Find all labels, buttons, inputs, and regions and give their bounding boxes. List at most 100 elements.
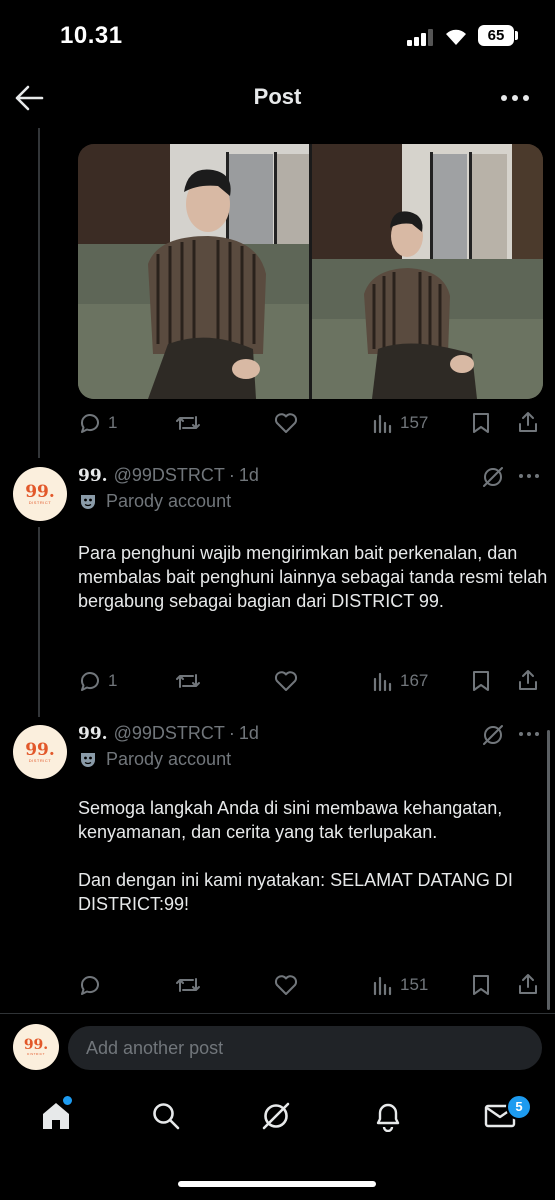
views-icon xyxy=(373,672,392,692)
share-button[interactable] xyxy=(516,407,540,437)
avatar[interactable]: 99. DISTRICT xyxy=(13,467,67,521)
parody-label-text: Parody account xyxy=(106,491,232,511)
repost-icon xyxy=(176,674,200,688)
bookmark-button[interactable] xyxy=(470,666,492,696)
bookmark-icon xyxy=(473,671,489,691)
home-notification-dot xyxy=(62,1095,73,1106)
post-more-button[interactable] xyxy=(518,731,540,737)
like-button[interactable] xyxy=(273,970,299,1000)
reply-icon xyxy=(80,672,99,691)
like-icon xyxy=(274,413,298,433)
notifications-icon xyxy=(376,1103,400,1132)
author-name[interactable]: 99. xyxy=(78,724,108,744)
signal-icon xyxy=(407,29,435,46)
share-button[interactable] xyxy=(516,969,540,999)
divider xyxy=(0,1013,555,1014)
battery-icon: 65 xyxy=(478,25,514,46)
parody-label: Parody account xyxy=(78,491,231,512)
more-icon xyxy=(519,732,539,736)
reply-input[interactable]: Add another post xyxy=(68,1026,542,1070)
more-options-button[interactable] xyxy=(500,94,530,102)
parody-mask-icon xyxy=(81,494,95,509)
views-count: 157 xyxy=(400,413,429,432)
reply-count: 1 xyxy=(108,413,118,432)
parody-mask-icon xyxy=(81,752,95,767)
search-icon xyxy=(153,1103,180,1130)
avatar-mark: 99. xyxy=(25,481,55,502)
bookmark-button[interactable] xyxy=(470,970,492,1000)
composer-avatar: 99. DISTRICT xyxy=(13,1024,59,1070)
parody-label: Parody account xyxy=(78,749,231,770)
grok-icon xyxy=(483,725,503,745)
more-icon xyxy=(501,95,529,101)
separator-dot: · xyxy=(228,465,235,485)
reply-button[interactable]: 1 xyxy=(78,408,117,438)
grok-button[interactable] xyxy=(481,465,505,489)
reply-icon xyxy=(80,976,99,995)
page-title: Post xyxy=(253,84,302,109)
avatar-sub: DISTRICT xyxy=(27,1051,45,1056)
views-button[interactable]: 167 xyxy=(372,666,428,696)
views-icon xyxy=(373,976,392,996)
like-button[interactable] xyxy=(273,666,299,696)
home-indicator xyxy=(178,1181,376,1187)
share-icon xyxy=(519,670,537,690)
reply-button[interactable] xyxy=(78,970,108,1000)
messages-badge: 5 xyxy=(506,1094,532,1120)
avatar-mark: 99. xyxy=(23,1036,49,1053)
post-time[interactable]: 1d xyxy=(239,723,259,743)
repost-button[interactable] xyxy=(175,408,201,438)
reply-count: 1 xyxy=(108,671,118,690)
thread-line xyxy=(38,128,40,458)
avatar[interactable]: 99. DISTRICT xyxy=(13,725,67,779)
views-icon xyxy=(373,414,392,434)
photo-right[interactable] xyxy=(312,144,543,399)
repost-button[interactable] xyxy=(175,666,201,696)
share-icon xyxy=(519,974,537,994)
avatar-sub: DISTRICT xyxy=(28,499,52,505)
nav-search[interactable] xyxy=(151,1101,181,1131)
post-more-button[interactable] xyxy=(518,473,540,479)
author-handle[interactable]: @99DSTRCT xyxy=(114,465,225,485)
views-button[interactable]: 157 xyxy=(372,408,428,438)
post-header: 99. @99DSTRCT · 1d xyxy=(78,465,259,486)
like-button[interactable] xyxy=(273,408,299,438)
grok-button[interactable] xyxy=(481,723,505,747)
bookmark-button[interactable] xyxy=(470,408,492,438)
post-text: Para penghuni wajib mengirimkan bait per… xyxy=(78,543,548,611)
views-button[interactable]: 151 xyxy=(372,970,428,1000)
separator-dot: · xyxy=(228,723,235,743)
thread-line xyxy=(38,527,40,717)
author-name[interactable]: 99. xyxy=(78,466,108,486)
repost-button[interactable] xyxy=(175,970,201,1000)
like-icon xyxy=(274,975,298,995)
scrollbar[interactable] xyxy=(547,730,550,1010)
share-icon xyxy=(519,412,537,432)
bookmark-icon xyxy=(473,975,489,995)
share-button[interactable] xyxy=(516,665,540,695)
post-media[interactable] xyxy=(78,144,543,399)
parody-label-text: Parody account xyxy=(106,749,232,769)
photo-left[interactable] xyxy=(78,144,309,399)
bookmark-icon xyxy=(473,413,489,433)
grok-icon xyxy=(483,467,503,487)
author-handle[interactable]: @99DSTRCT xyxy=(114,723,225,743)
battery-tip xyxy=(515,31,518,40)
wifi-icon xyxy=(444,26,468,46)
post-text: Semoga langkah Anda di sini membawa keha… xyxy=(78,798,513,914)
nav-notifications[interactable] xyxy=(373,1100,403,1132)
repost-icon xyxy=(176,978,200,992)
reply-button[interactable]: 1 xyxy=(78,666,117,696)
status-time: 10.31 xyxy=(60,22,123,49)
reply-icon xyxy=(80,414,99,433)
views-count: 151 xyxy=(400,975,429,994)
grok-icon xyxy=(262,1102,290,1130)
nav-grok[interactable] xyxy=(260,1100,292,1132)
avatar-sub: DISTRICT xyxy=(28,757,52,763)
post-time[interactable]: 1d xyxy=(239,465,259,485)
post-header: 99. @99DSTRCT · 1d xyxy=(78,723,259,744)
views-count: 167 xyxy=(400,671,429,690)
avatar-mark: 99. xyxy=(25,739,55,760)
like-icon xyxy=(274,671,298,691)
repost-icon xyxy=(176,416,200,430)
